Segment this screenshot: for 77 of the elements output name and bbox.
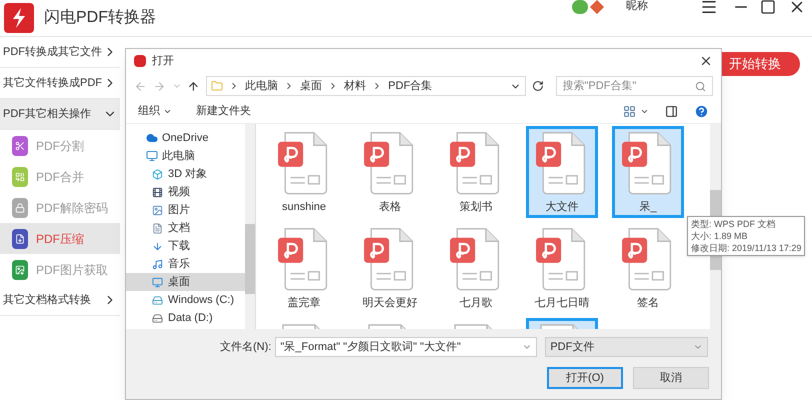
file-name: 盖完章: [288, 296, 320, 310]
file-name: 签名: [637, 296, 659, 310]
file-name: 策划书: [460, 200, 492, 214]
file-tooltip: 类型: WPS PDF 文档 大小: 1.89 MB 修改日期: 2019/11/13 17:29: [687, 216, 806, 256]
sidebar-group[interactable]: PDF转换成其它文件: [0, 37, 120, 68]
close-icon[interactable]: [699, 54, 713, 68]
cancel-button[interactable]: 取消: [633, 367, 709, 389]
new-folder-button[interactable]: 新建文件夹: [196, 102, 251, 120]
folder-type-icon: [152, 312, 163, 324]
file-name: 明天会更好: [362, 296, 418, 310]
up-icon[interactable]: [187, 80, 200, 92]
filename-field[interactable]: "呆_Format" "夕颜日文歌词" "大文件": [275, 337, 538, 357]
file-name: 七月七日晴: [534, 296, 590, 310]
search-icon: [695, 80, 706, 92]
menu-icon[interactable]: [700, 0, 718, 16]
file-name: 七月歌: [460, 296, 492, 310]
computer-icon: [146, 150, 158, 162]
maximize-icon[interactable]: [760, 0, 776, 15]
nav-item[interactable]: OneDrive: [126, 129, 245, 147]
folder-type-icon: [152, 168, 163, 180]
file-name: 大文件: [546, 200, 578, 214]
nav-item[interactable]: 图片: [126, 201, 245, 219]
file-item[interactable]: 明天会更好: [354, 222, 426, 314]
filename-label: 文件名(N):: [220, 340, 272, 355]
refresh-icon[interactable]: [532, 80, 544, 92]
file-name: 呆_: [639, 200, 657, 214]
file-item[interactable]: sunshine: [268, 126, 340, 218]
nav-item[interactable]: 下载: [126, 237, 245, 255]
search-input[interactable]: 搜索"PDF合集": [562, 78, 693, 94]
nav-item[interactable]: 3D 对象: [126, 165, 245, 183]
folder-type-icon: [152, 240, 163, 252]
address-bar[interactable]: 此电脑 桌面 材料 PDF合集: [206, 76, 526, 96]
nav-item[interactable]: 此电脑: [126, 147, 245, 165]
folder-type-icon: [152, 222, 163, 234]
user-name[interactable]: 昵称: [626, 0, 648, 14]
nav-item[interactable]: 音乐: [126, 255, 245, 273]
file-item[interactable]: 盖完章: [268, 222, 340, 314]
sidebar-group[interactable]: PDF其它相关操作: [0, 99, 120, 130]
nav-item[interactable]: Windows (C:): [126, 291, 245, 309]
help-icon[interactable]: [694, 104, 709, 118]
nav-item[interactable]: 桌面: [126, 273, 245, 291]
folder-type-icon: [152, 258, 163, 270]
folder-type-icon: [152, 204, 163, 216]
breadcrumb-item[interactable]: PDF合集: [388, 78, 432, 94]
file-item[interactable]: 表格: [354, 126, 426, 218]
breadcrumb-item[interactable]: 材料: [344, 78, 366, 94]
app-title: 闪电PDF转换器: [44, 8, 156, 28]
file-item[interactable]: 大文件: [526, 126, 598, 218]
organize-button[interactable]: 组织: [138, 102, 172, 120]
file-item[interactable]: 签名: [612, 222, 684, 314]
dialog-title: 打开: [152, 54, 174, 69]
file-item[interactable]: 七月七日晴: [526, 222, 598, 314]
search-field[interactable]: 搜索"PDF合集": [556, 76, 714, 96]
file-type-select[interactable]: PDF文件: [545, 337, 708, 357]
open-button[interactable]: 打开(O): [547, 367, 623, 389]
nav-item[interactable]: 视频: [126, 183, 245, 201]
folder-icon: [211, 80, 224, 92]
preview-pane-icon[interactable]: [665, 104, 678, 118]
nav-item[interactable]: 文档: [126, 219, 245, 237]
cloud-icon: [146, 132, 158, 144]
filename-input[interactable]: "呆_Format" "夕颜日文歌词" "大文件": [280, 338, 516, 356]
breadcrumb-item[interactable]: 此电脑: [245, 78, 278, 94]
file-name: 表格: [379, 200, 401, 214]
file-name: sunshine: [282, 200, 326, 214]
file-item[interactable]: 七月歌: [440, 222, 512, 314]
scrollbar[interactable]: [245, 124, 255, 329]
dialog-app-icon: [134, 55, 146, 67]
folder-type-icon: [152, 276, 163, 288]
app-logo-icon: [4, 3, 34, 33]
breadcrumb-item[interactable]: 桌面: [300, 78, 322, 94]
view-icon[interactable]: [623, 104, 636, 118]
nav-item[interactable]: Data (D:): [126, 309, 245, 327]
folder-type-icon: [152, 294, 163, 306]
sidebar-group[interactable]: 其它文档格式转换: [0, 285, 120, 316]
file-item[interactable]: 呆_: [612, 126, 684, 218]
file-item[interactable]: 策划书: [440, 126, 512, 218]
folder-type-icon: [152, 186, 163, 198]
